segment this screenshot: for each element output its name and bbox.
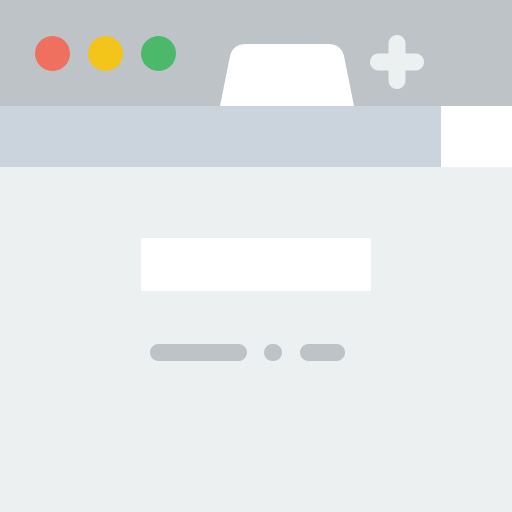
search-input[interactable]: [141, 238, 371, 291]
tab-shape: [220, 44, 354, 106]
active-tab[interactable]: [220, 44, 354, 106]
new-tab-button[interactable]: [370, 35, 424, 89]
plus-icon: [370, 35, 424, 89]
zoom-window-button[interactable]: [141, 36, 176, 71]
tab-shape-path: [220, 44, 354, 106]
address-bar-end: [441, 106, 512, 167]
address-bar[interactable]: [0, 106, 441, 167]
plus-icon-horizontal: [370, 53, 424, 71]
placeholder-line-short: [300, 344, 345, 361]
placeholder-line-long: [150, 344, 247, 361]
browser-window: [0, 0, 512, 512]
minimize-window-button[interactable]: [88, 36, 123, 71]
placeholder-dot: [264, 344, 282, 361]
close-window-button[interactable]: [35, 36, 70, 71]
page-content: [0, 167, 512, 512]
